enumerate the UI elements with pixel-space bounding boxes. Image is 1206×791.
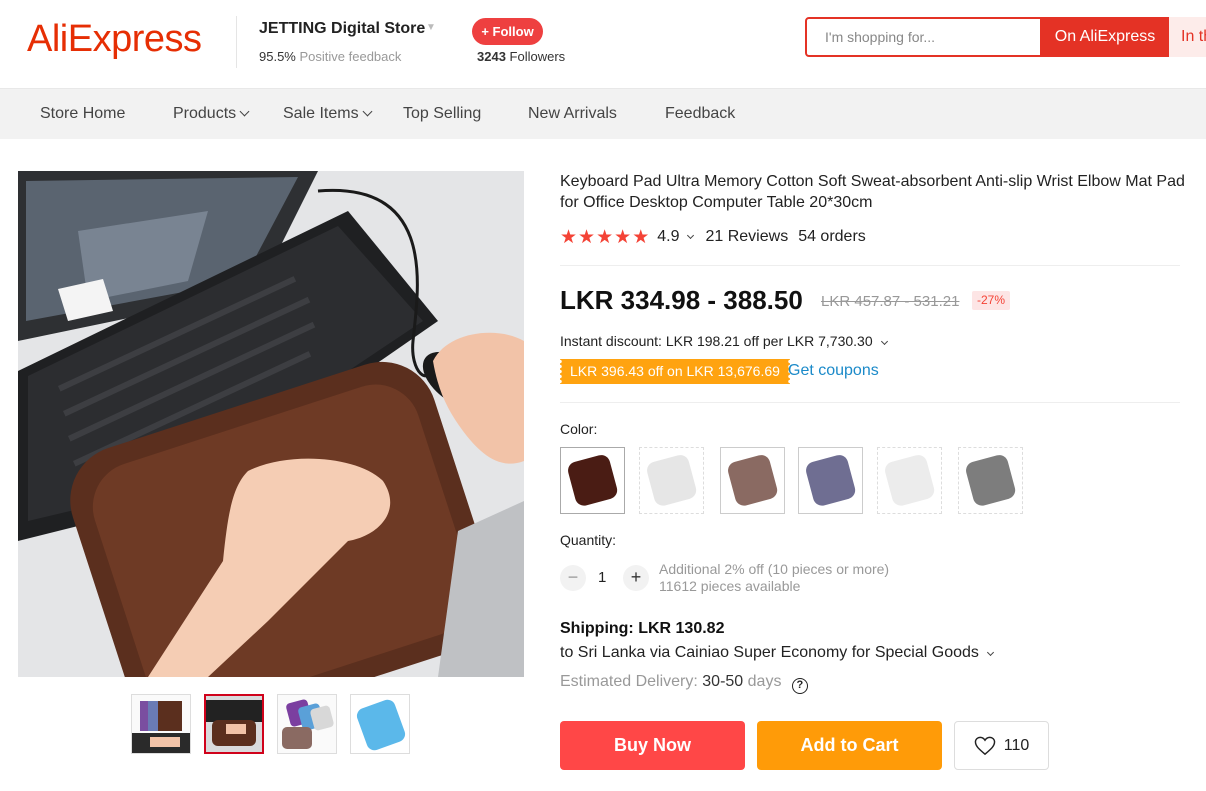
heart-icon <box>974 736 996 755</box>
follow-button[interactable]: + Follow <box>472 18 543 45</box>
search-on-aliexpress-button[interactable]: On AliExpress <box>1042 17 1168 57</box>
est-label: Estimated Delivery: <box>560 673 698 690</box>
bulk-discount-note: Additional 2% off (10 pieces or more) <box>659 561 890 577</box>
thumbnail-1[interactable] <box>131 694 191 754</box>
star-icon: ★ <box>614 226 632 248</box>
star-icon: ★ <box>560 226 578 248</box>
quantity-label: Quantity: <box>560 532 617 548</box>
instant-discount[interactable]: Instant discount: LKR 198.21 off per LKR… <box>560 333 888 349</box>
nav-label: Store Home <box>40 105 126 122</box>
shipping-method-text: to Sri Lanka via Cainiao Super Economy f… <box>560 644 979 661</box>
star-rating: ★ ★ ★ ★ ★ <box>560 228 649 247</box>
star-icon: ★ <box>596 226 614 248</box>
nav-label: Top Selling <box>403 105 482 122</box>
main-product-image[interactable] <box>18 171 524 677</box>
thumbnail-3[interactable] <box>277 694 337 754</box>
quantity-note: Additional 2% off (10 pieces or more) 11… <box>659 561 889 595</box>
swatch-image <box>640 448 703 513</box>
store-nav: Store Home Products Sale Items Top Selli… <box>0 89 1206 139</box>
nav-sale-items[interactable]: Sale Items <box>283 89 373 139</box>
color-label: Color: <box>560 421 598 437</box>
quantity-decrement-button[interactable]: − <box>560 565 586 591</box>
followers-count: 3243 <box>477 49 506 64</box>
quantity-value[interactable]: 1 <box>598 569 606 586</box>
reviews-link[interactable]: 21 Reviews <box>705 228 788 246</box>
search-in-store-button[interactable]: In th <box>1168 17 1206 57</box>
search-input[interactable] <box>809 21 1039 53</box>
color-swatch-purple[interactable] <box>798 447 863 514</box>
quantity-increment-button[interactable]: + <box>623 565 649 591</box>
wishlist-count: 110 <box>1003 736 1030 754</box>
store-name[interactable]: JETTING Digital Store <box>259 20 425 38</box>
product-title: Keyboard Pad Ultra Memory Cotton Soft Sw… <box>560 173 1185 211</box>
swatch-image <box>878 448 941 513</box>
add-to-cart-button[interactable]: Add to Cart <box>757 721 942 770</box>
feedback-label: Positive feedback <box>299 49 402 64</box>
star-icon: ★ <box>632 226 650 248</box>
followers-label: Followers <box>509 49 566 64</box>
nav-top-selling[interactable]: Top Selling <box>403 89 481 139</box>
help-icon[interactable]: ? <box>791 678 808 694</box>
color-swatch-white[interactable] <box>639 447 704 514</box>
thumbnail-2[interactable] <box>204 694 264 754</box>
get-coupons-link[interactable]: Get coupons <box>788 362 879 380</box>
nav-label: Products <box>173 105 237 122</box>
divider <box>560 402 1180 403</box>
store-feedback: 95.5% Positive feedback <box>259 49 401 64</box>
nav-store-home[interactable]: Store Home <box>40 89 125 139</box>
swatch-image <box>959 448 1022 513</box>
swatch-image <box>561 448 624 513</box>
aliexpress-logo[interactable]: AliExpress <box>27 18 202 61</box>
nav-feedback[interactable]: Feedback <box>665 89 735 139</box>
color-swatch-light-gray[interactable] <box>877 447 942 514</box>
chevron-down-icon <box>987 648 995 657</box>
estimated-delivery: Estimated Delivery: 30-50 days ? <box>560 673 808 694</box>
rating-row: ★ ★ ★ ★ ★ 4.9 21 Reviews 54 orders <box>560 226 866 248</box>
rating-value[interactable]: 4.9 <box>657 228 679 246</box>
thumbnail-4[interactable] <box>350 694 410 754</box>
thumbnail-image <box>132 695 190 753</box>
nav-products[interactable]: Products <box>173 89 250 139</box>
color-swatch-coffee[interactable] <box>720 447 785 514</box>
followers-info: 3243 Followers <box>477 49 565 64</box>
nav-label: New Arrivals <box>528 105 617 122</box>
nav-new-arrivals[interactable]: New Arrivals <box>528 89 617 139</box>
wishlist-button[interactable]: 110 <box>954 721 1049 770</box>
thumbnail-image <box>351 695 409 753</box>
store-caret-icon[interactable]: ▼ <box>426 22 436 33</box>
nav-label: Feedback <box>665 105 736 122</box>
original-price: LKR 457.87 - 531.21 <box>821 293 960 310</box>
est-unit: days <box>747 673 782 690</box>
discount-badge: -27% <box>972 291 1011 310</box>
swatch-image <box>799 448 862 513</box>
stock-available: 11612 pieces available <box>659 578 801 594</box>
color-swatch-brown[interactable] <box>560 447 625 514</box>
search-bar: On AliExpress In th <box>805 17 1206 57</box>
price-range: LKR 334.98 - 388.50 <box>560 285 803 315</box>
est-days: 30-50 <box>702 673 744 690</box>
shipping-method[interactable]: to Sri Lanka via Cainiao Super Economy f… <box>560 644 995 662</box>
chevron-down-icon <box>880 337 888 346</box>
coupon-tag: LKR 396.43 off on LKR 13,676.69 <box>558 359 792 384</box>
color-swatch-gray[interactable] <box>958 447 1023 514</box>
instant-discount-text: Instant discount: LKR 198.21 off per LKR… <box>560 333 873 349</box>
thumbnail-image <box>278 695 336 753</box>
chevron-down-icon <box>362 106 373 117</box>
divider <box>560 265 1180 266</box>
product-photo <box>18 171 524 677</box>
chevron-down-icon <box>239 106 250 117</box>
thumbnail-image <box>206 696 262 752</box>
orders-count: 54 orders <box>798 228 866 245</box>
swatch-image <box>721 448 784 513</box>
star-icon: ★ <box>578 226 596 248</box>
feedback-percent: 95.5% <box>259 49 296 64</box>
shipping-price: Shipping: LKR 130.82 <box>560 620 725 637</box>
site-header: AliExpress JETTING Digital Store ▼ 95.5%… <box>0 0 1206 89</box>
buy-now-button[interactable]: Buy Now <box>560 721 745 770</box>
header-divider <box>236 16 237 68</box>
chevron-down-icon[interactable] <box>687 231 695 239</box>
nav-label: Sale Items <box>283 105 359 122</box>
